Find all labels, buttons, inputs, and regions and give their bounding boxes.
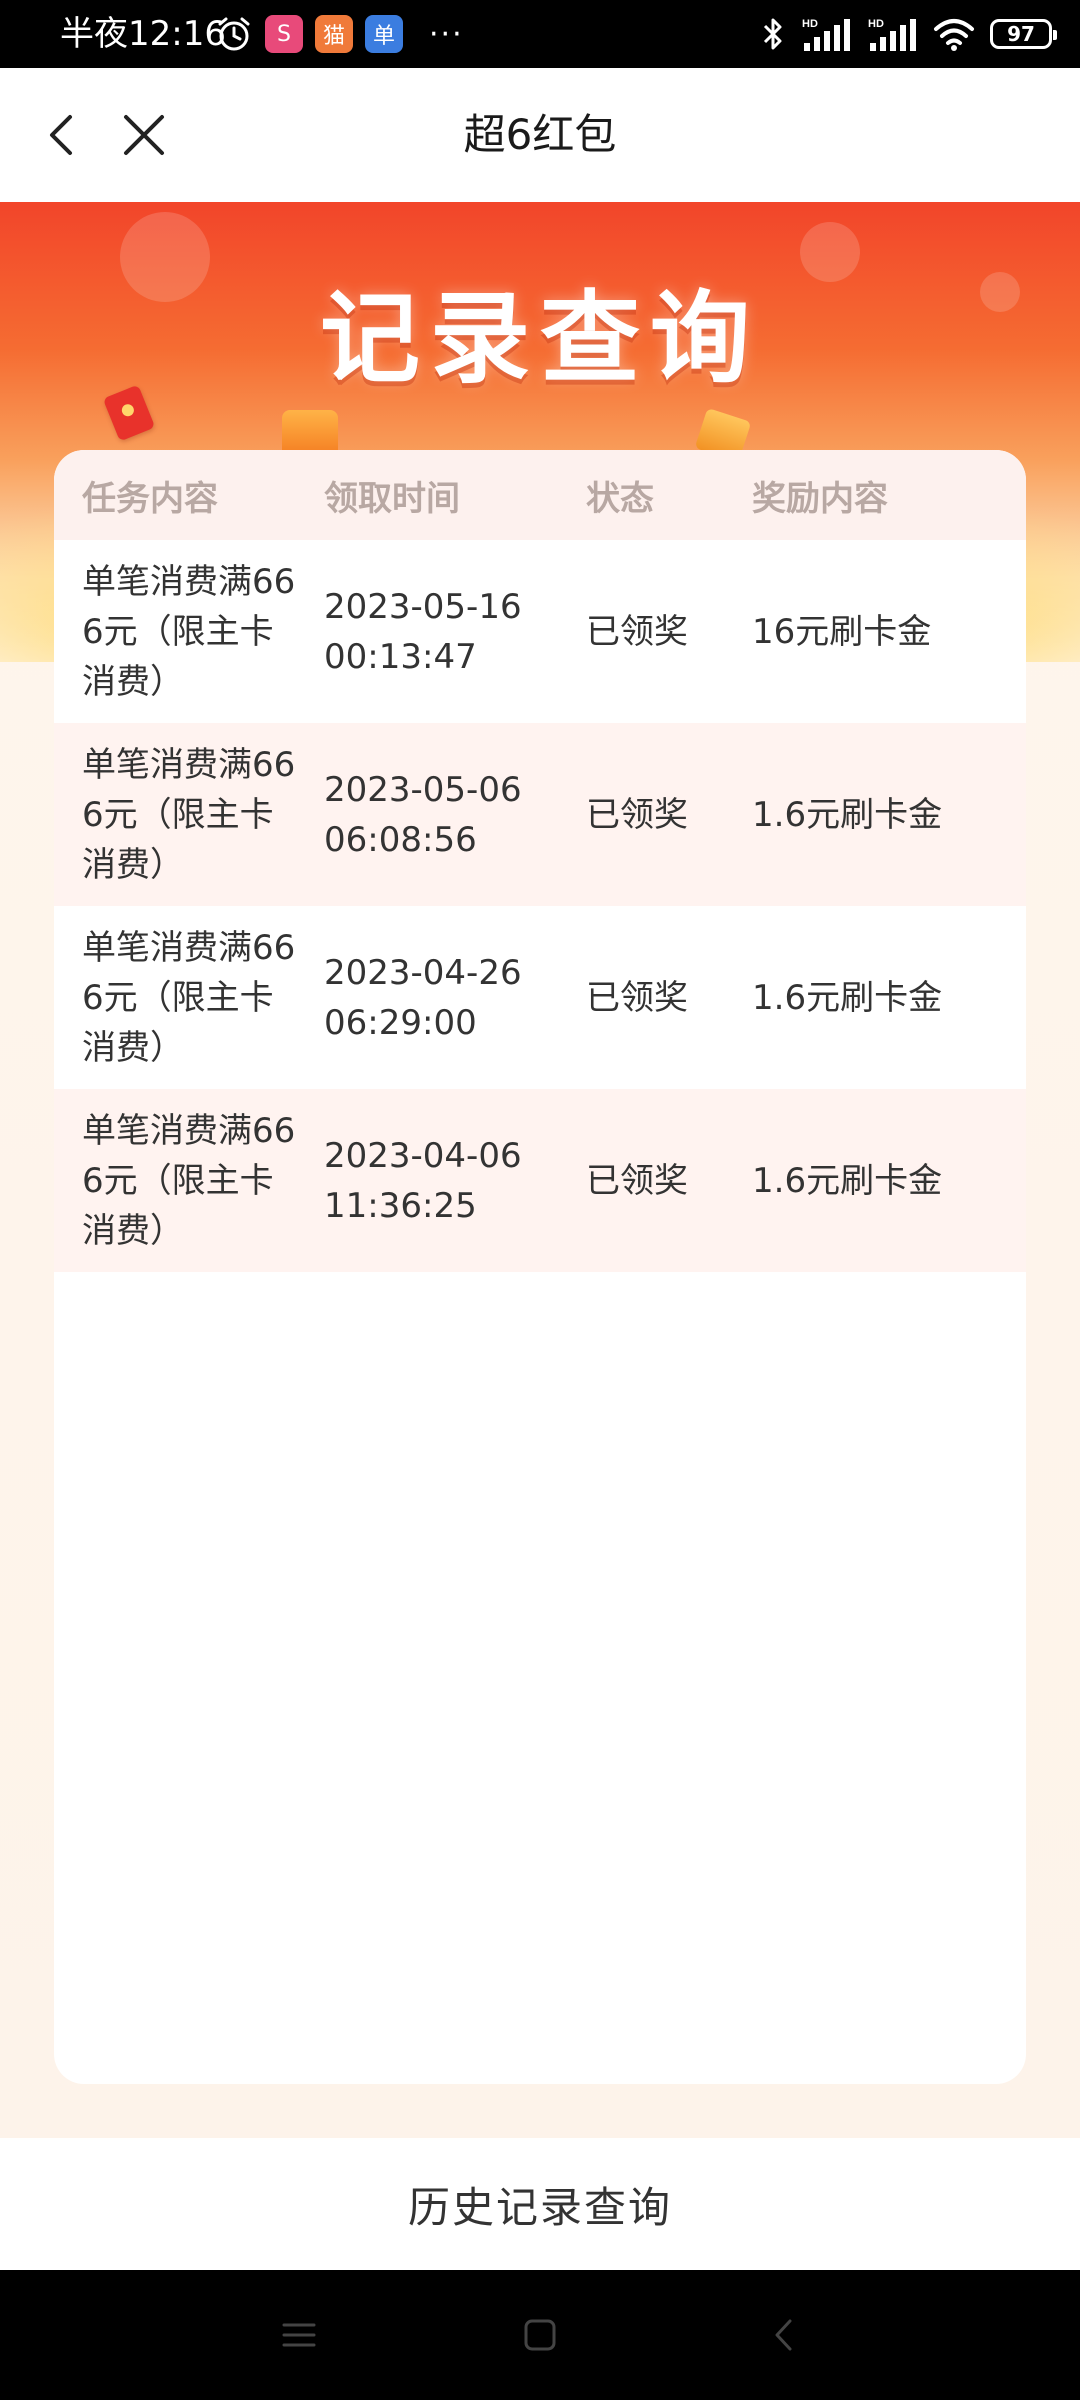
table-row: 单笔消费满666元（限主卡消费） 2023-05-06 06:08:56 已领奖… [54, 723, 1026, 906]
signal-icon: HD [868, 18, 916, 51]
task-cell: 单笔消费满666元（限主卡消费） [82, 927, 296, 1068]
time-cell: 2023-05-16 00:13:47 [324, 582, 586, 682]
status-bar: 半夜12:16 S 猫 单 ··· HD HD 97 [0, 0, 1080, 68]
time-cell: 2023-05-06 06:08:56 [324, 765, 586, 865]
task-cell: 单笔消费满666元（限主卡消费） [82, 744, 296, 885]
more-notifications-icon: ··· [429, 16, 464, 52]
status-icons-left: S 猫 单 ··· [215, 14, 464, 54]
banner-title: 记录查询 [320, 280, 760, 397]
time-clock: 11:36:25 [324, 1185, 477, 1226]
signal-icon: HD [802, 18, 850, 51]
history-bar: 历史记录查询 [0, 2138, 1080, 2270]
time-clock: 06:08:56 [324, 819, 477, 860]
time-date: 2023-05-16 [324, 586, 522, 627]
reward-cell: 16元刷卡金 [752, 611, 932, 652]
battery-icon: 97 [990, 19, 1057, 49]
reward-cell: 1.6元刷卡金 [752, 794, 943, 835]
decor-bubble [800, 222, 860, 282]
status-cell: 已领奖 [586, 611, 688, 652]
status-icons-right: HD HD 97 [760, 14, 1057, 54]
history-records-button[interactable]: 历史记录查询 [0, 2138, 1080, 2270]
wifi-icon [934, 19, 974, 51]
app-notification-icon: 单 [365, 15, 403, 53]
status-cell: 已领奖 [586, 1160, 688, 1201]
time-clock: 06:29:00 [324, 1002, 477, 1043]
status-cell: 已领奖 [586, 794, 688, 835]
table-row: 单笔消费满666元（限主卡消费） 2023-04-26 06:29:00 已领奖… [54, 906, 1026, 1089]
status-time: 半夜12:16 [60, 14, 226, 54]
time-cell: 2023-04-26 06:29:00 [324, 948, 586, 1048]
header-task: 任务内容 [82, 478, 218, 519]
reward-cell: 1.6元刷卡金 [752, 977, 943, 1018]
reward-cell: 1.6元刷卡金 [752, 1160, 943, 1201]
time-date: 2023-04-06 [324, 1135, 522, 1176]
app-notification-icon: 猫 [315, 15, 353, 53]
bluetooth-icon [763, 18, 782, 50]
header-status: 状态 [586, 478, 654, 519]
svg-text:HD: HD [802, 18, 818, 30]
status-cell: 已领奖 [586, 977, 688, 1018]
home-icon[interactable] [515, 2310, 565, 2360]
header-time: 领取时间 [324, 478, 460, 519]
app-notification-icon: S [265, 15, 303, 53]
page-title: 超6红包 [463, 110, 617, 159]
table-header: 任务内容 领取时间 状态 奖励内容 [54, 450, 1026, 540]
main-content: 记录查询 任务内容 领取时间 状态 奖励内容 单笔消费满666元（限主卡消费） … [0, 202, 1080, 2138]
task-cell: 单笔消费满666元（限主卡消费） [82, 561, 296, 702]
time-date: 2023-04-26 [324, 952, 522, 993]
nav-bar: 超6红包 [0, 68, 1080, 202]
menu-icon[interactable] [274, 2310, 324, 2360]
system-nav-bar [0, 2270, 1080, 2400]
time-date: 2023-05-06 [324, 769, 522, 810]
svg-text:HD: HD [868, 18, 884, 30]
alarm-icon [218, 17, 250, 51]
back-nav-icon[interactable] [760, 2310, 810, 2360]
records-card: 任务内容 领取时间 状态 奖励内容 单笔消费满666元（限主卡消费） 2023-… [54, 450, 1026, 2084]
header-reward: 奖励内容 [752, 478, 888, 519]
time-clock: 00:13:47 [324, 636, 477, 677]
time-cell: 2023-04-06 11:36:25 [324, 1131, 586, 1231]
table-row: 单笔消费满666元（限主卡消费） 2023-04-06 11:36:25 已领奖… [54, 1089, 1026, 1272]
task-cell: 单笔消费满666元（限主卡消费） [82, 1110, 296, 1251]
table-row: 单笔消费满666元（限主卡消费） 2023-05-16 00:13:47 已领奖… [54, 540, 1026, 723]
